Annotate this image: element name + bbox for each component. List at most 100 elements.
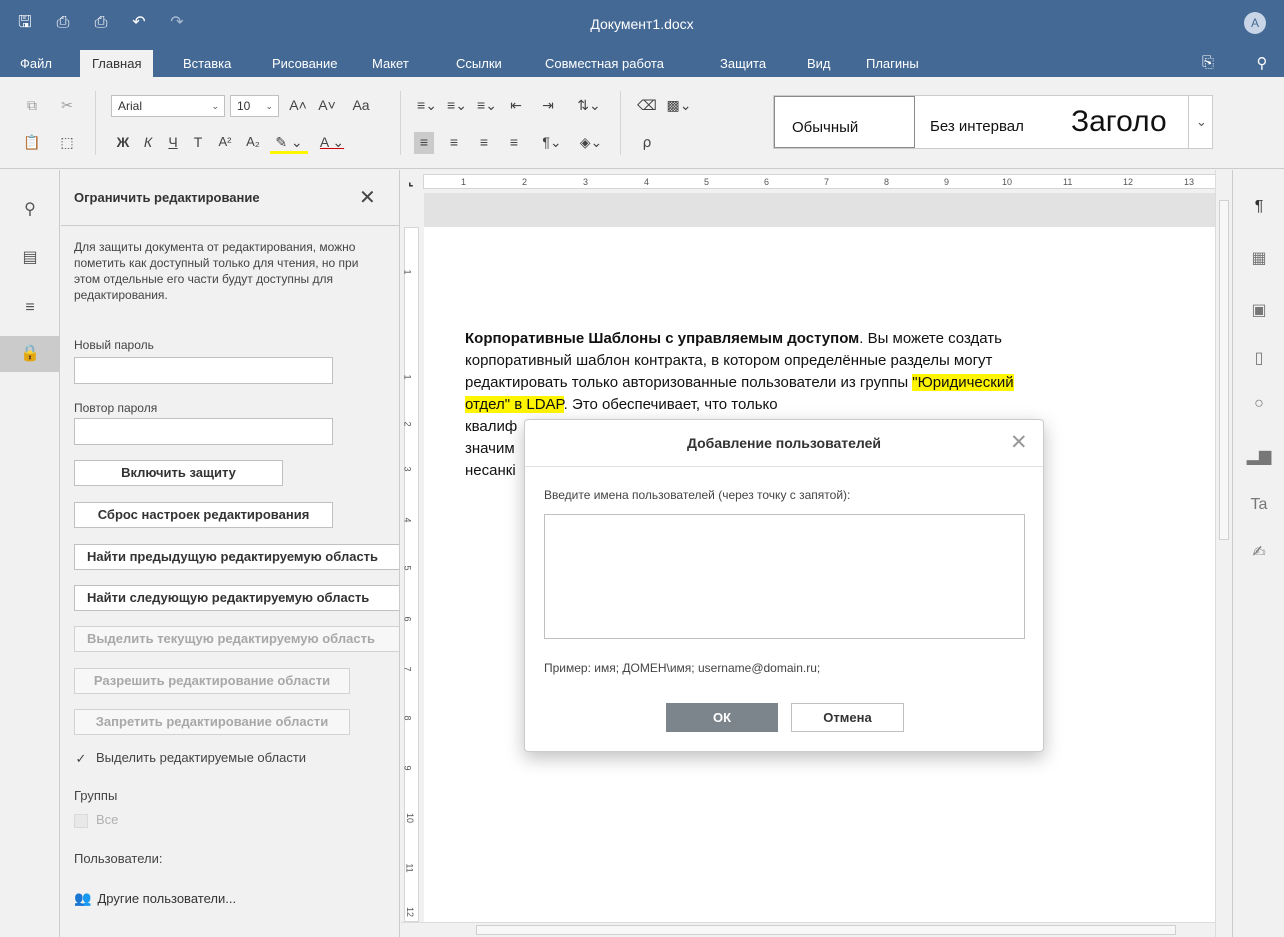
tab-insert[interactable]: Вставка — [173, 50, 241, 77]
image-settings-icon[interactable]: ▣ — [1233, 300, 1284, 320]
subscript-button[interactable]: A₂ — [242, 132, 264, 154]
strikethrough-button[interactable]: Т — [189, 132, 207, 154]
highlight-color-icon[interactable]: ✎ ⌄ — [270, 132, 308, 154]
horizontal-scrollbar[interactable] — [401, 922, 1215, 937]
shading-icon[interactable]: ◈⌄ — [574, 132, 608, 154]
decrease-font-button[interactable]: A˅ — [316, 95, 338, 117]
search-icon[interactable]: ⚲ — [0, 192, 60, 228]
lock-icon[interactable]: 🔒 — [0, 336, 60, 372]
ruler-number: 2 — [522, 177, 528, 187]
chart-settings-icon[interactable]: ▂▆ — [1233, 446, 1284, 466]
all-groups-checkbox[interactable]: Все — [74, 812, 118, 828]
allow-region-editing-button[interactable]: Разрешить редактирование области — [74, 668, 350, 694]
change-case-button[interactable]: Aa — [344, 95, 378, 117]
scroll-thumb[interactable] — [476, 925, 1176, 935]
search-icon[interactable]: ⚲ — [1252, 54, 1272, 72]
shape-settings-icon[interactable]: ○ — [1233, 395, 1284, 413]
multilevel-list-icon[interactable]: ≡⌄ — [474, 95, 500, 117]
ruler-number: 7 — [402, 666, 413, 672]
copy-icon[interactable]: ⧉ — [22, 95, 42, 117]
tab-collaboration[interactable]: Совместная работа — [535, 50, 674, 77]
find-previous-region-button[interactable]: Найти предыдущую редактируемую область — [74, 544, 399, 570]
clear-style-icon[interactable]: ⌫ — [636, 95, 658, 117]
enable-protection-button[interactable]: Включить защиту — [74, 460, 283, 486]
increase-indent-icon[interactable]: ⇥ — [538, 95, 558, 117]
signature-icon[interactable]: ✍ — [1233, 542, 1284, 562]
styles-gallery: Обычный Без интервал Заголо — [773, 95, 1213, 149]
font-name-select[interactable]: Arial ⌄ — [111, 95, 225, 117]
example-hint: Пример: имя; ДОМЕН\имя; username@domain.… — [544, 661, 821, 675]
close-icon[interactable]: ✕ — [1010, 430, 1028, 455]
select-all-icon[interactable]: ⬚ — [57, 132, 77, 154]
all-groups-label: Все — [96, 812, 119, 827]
bullets-icon[interactable]: ≡⌄ — [414, 95, 440, 117]
style-no-spacing[interactable]: Без интервал — [916, 96, 1056, 148]
chevron-down-icon[interactable]: ⌄ — [1188, 95, 1214, 149]
new-password-input[interactable] — [74, 357, 333, 384]
paragraph-text: несанкі — [465, 462, 516, 479]
ribbon-toolbar: ⧉ ✂ 📋 ⬚ Arial ⌄ 10 ⌄ A˄ A˅ Aa Ж К Ч Т A²… — [0, 77, 1284, 169]
reset-editing-button[interactable]: Сброс настроек редактирования — [74, 502, 333, 528]
vertical-scrollbar[interactable] — [1215, 170, 1232, 937]
ruler-strip[interactable]: 1 2 3 4 5 6 7 8 9 10 11 12 13 — [423, 174, 1218, 189]
tab-layout[interactable]: Макет — [362, 50, 419, 77]
other-users-button[interactable]: 👥 Другие пользователи... — [74, 890, 236, 907]
deny-region-editing-button[interactable]: Запретить редактирование области — [74, 709, 350, 735]
line-spacing-icon[interactable]: ⇅⌄ — [574, 95, 604, 117]
ruler-number: 9 — [944, 177, 950, 187]
underline-button[interactable]: Ч — [164, 132, 182, 154]
font-color-icon[interactable]: A ⌄ — [314, 132, 350, 154]
justify-icon[interactable]: ≡ — [504, 132, 524, 154]
text-art-icon[interactable]: Ta — [1233, 496, 1284, 514]
decrease-indent-icon[interactable]: ⇤ — [506, 95, 526, 117]
tab-view[interactable]: Вид — [797, 50, 841, 77]
ruler-number: 1 — [402, 374, 413, 380]
tab-protection[interactable]: Защита — [710, 50, 776, 77]
highlight-regions-checkbox[interactable]: ✓ Выделить редактируемые области — [74, 750, 307, 766]
bold-button[interactable]: Ж — [114, 132, 132, 154]
ruler-number: 10 — [1002, 177, 1013, 187]
repeat-password-input[interactable] — [74, 418, 333, 445]
tab-plugins[interactable]: Плагины — [856, 50, 929, 77]
tab-home[interactable]: Главная — [80, 50, 154, 77]
style-normal[interactable]: Обычный — [774, 96, 915, 148]
superscript-button[interactable]: A² — [214, 132, 236, 154]
pilcrow-icon[interactable]: ¶⌄ — [538, 132, 566, 154]
cut-icon[interactable]: ✂ — [57, 95, 77, 117]
tab-references[interactable]: Ссылки — [446, 50, 512, 77]
select-current-region-button[interactable]: Выделить текущую редактируемую область — [74, 626, 399, 652]
align-center-icon[interactable]: ≡ — [444, 132, 464, 154]
table-settings-icon[interactable]: ▦ — [1233, 248, 1284, 268]
close-icon[interactable]: ✕ — [359, 185, 376, 210]
ruler-number: 8 — [884, 177, 890, 187]
comments-icon[interactable]: ▤ — [0, 240, 60, 276]
copy-style-icon[interactable]: ⍴ — [636, 132, 658, 154]
left-sidebar: ⚲ ▤ ≡ 🔒 — [0, 170, 60, 937]
align-left-icon[interactable]: ≡ — [414, 132, 434, 154]
cancel-button[interactable]: Отмена — [791, 703, 904, 732]
numbering-icon[interactable]: ≡⌄ — [444, 95, 470, 117]
find-next-region-button[interactable]: Найти следующую редактируемую область — [74, 585, 399, 611]
toolbar-divider — [95, 91, 96, 155]
color-scheme-icon[interactable]: ▩⌄ — [664, 95, 694, 117]
ruler-number: 5 — [402, 565, 413, 571]
tab-file[interactable]: Файл — [10, 50, 62, 77]
header-footer-icon[interactable]: ▯ — [1233, 348, 1284, 368]
paste-icon[interactable]: 📋 — [22, 132, 42, 154]
ok-button[interactable]: ОК — [666, 703, 778, 732]
align-right-icon[interactable]: ≡ — [474, 132, 494, 154]
italic-button[interactable]: К — [139, 132, 157, 154]
font-size-select[interactable]: 10 ⌄ — [230, 95, 279, 117]
checkbox-icon — [74, 813, 88, 828]
navigation-icon[interactable]: ≡ — [0, 290, 60, 326]
style-heading[interactable]: Заголо — [1057, 96, 1189, 148]
users-textarea[interactable] — [544, 514, 1025, 639]
user-avatar[interactable]: A — [1244, 12, 1266, 34]
open-location-icon[interactable]: ⎘ — [1198, 54, 1218, 71]
tab-stop-selector[interactable]: ⌞ — [408, 175, 421, 188]
tab-draw[interactable]: Рисование — [262, 50, 347, 77]
increase-font-button[interactable]: A˄ — [287, 95, 309, 117]
paragraph-settings-icon[interactable]: ¶ — [1233, 198, 1284, 216]
font-name-value: Arial — [118, 99, 143, 113]
scroll-thumb[interactable] — [1219, 200, 1229, 540]
